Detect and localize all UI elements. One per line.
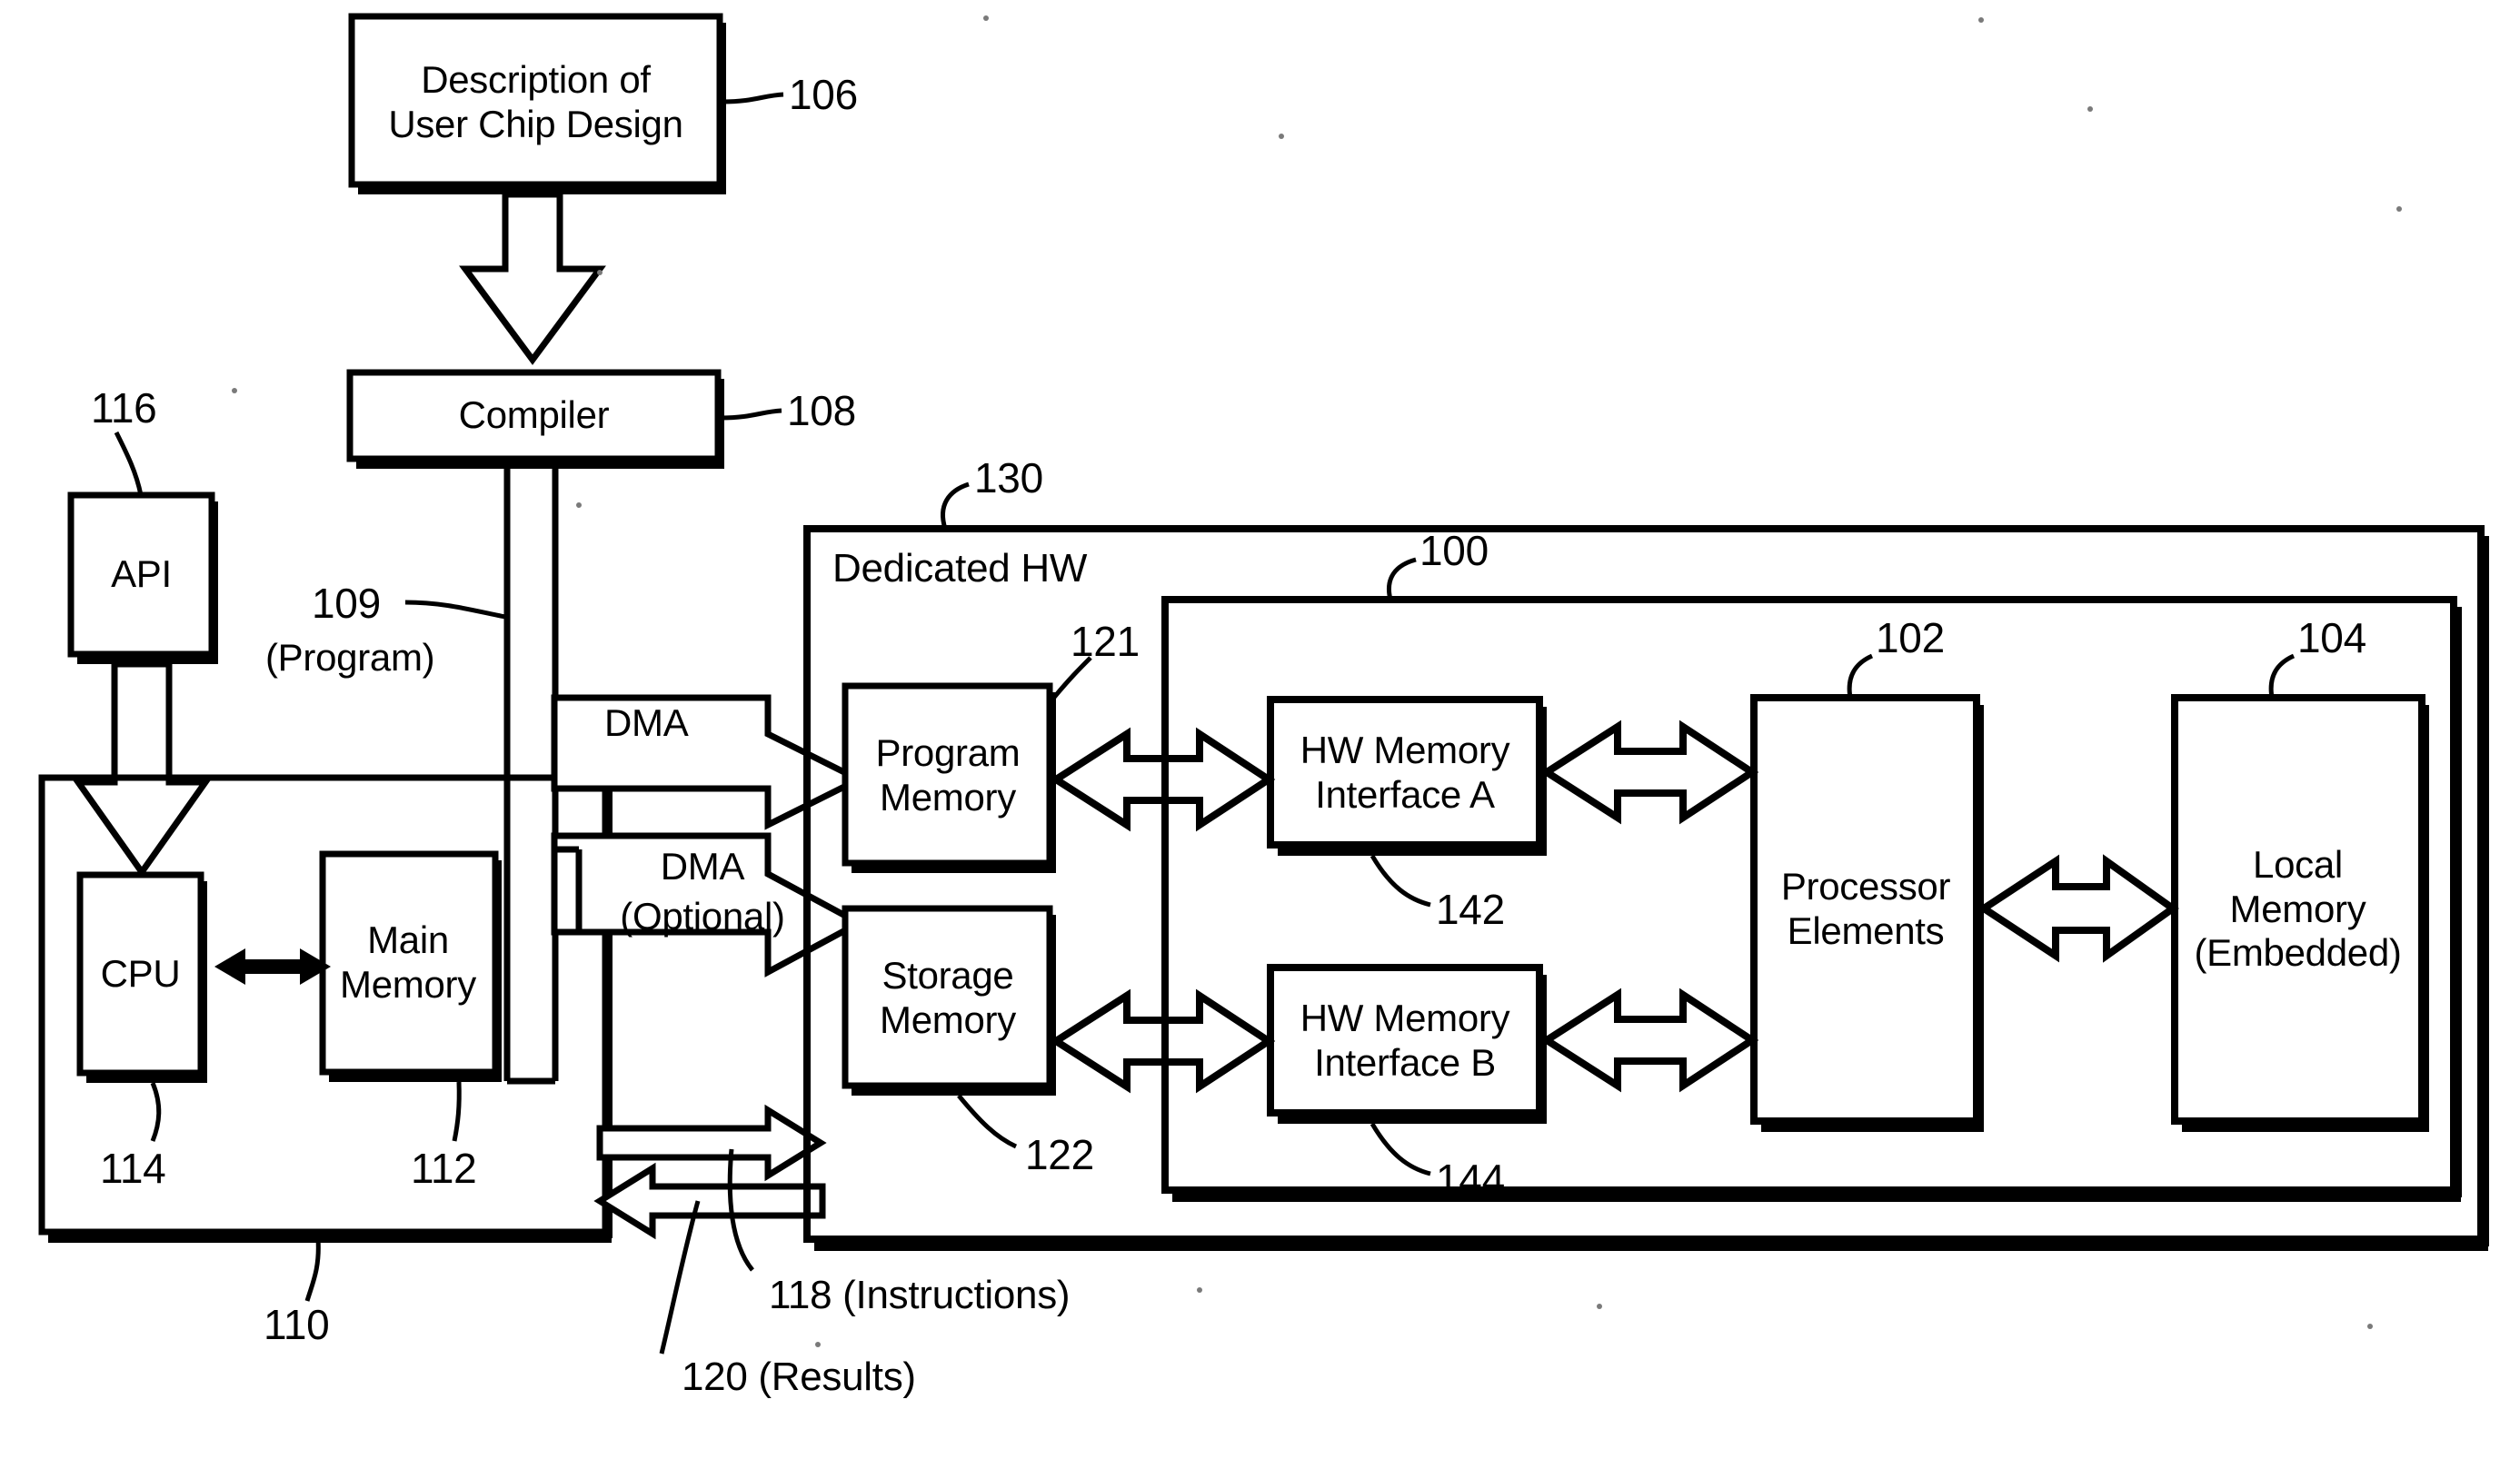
description-line-1: Description of	[421, 57, 651, 101]
results-label: 120 (Results)	[682, 1355, 916, 1399]
local-memory-line-1: Local	[2253, 842, 2343, 886]
ref-100: 100	[1419, 527, 1489, 574]
ref-102: 102	[1876, 614, 1945, 661]
hw-if-a-line-1: HW Memory	[1300, 728, 1510, 771]
storage-memory-line-2: Memory	[880, 998, 1016, 1041]
hw-if-b-line-1: HW Memory	[1300, 996, 1510, 1039]
storage-memory-box-label: Storage Memory	[849, 918, 1047, 1079]
hw-memory-interface-b-label: HW Memory Interface B	[1274, 975, 1536, 1107]
diagram-vector-layer	[38, 13, 2489, 1355]
description-box-label: Description of User Chip Design	[356, 32, 715, 173]
ref-106: 106	[789, 71, 858, 118]
results-arrow	[593, 1162, 826, 1240]
api-box-label: API	[111, 552, 172, 596]
hw-memory-interface-a-label: HW Memory Interface A	[1274, 707, 1536, 839]
processor-elements-label: Processor Elements	[1758, 707, 1974, 1112]
instructions-arrow	[596, 1104, 827, 1182]
cpu-main-memory-double-arrow	[214, 948, 331, 985]
api-to-cpu-arrow	[72, 660, 212, 878]
processor-elements-line-2: Elements	[1787, 909, 1945, 952]
ref-130: 130	[974, 454, 1043, 501]
dma-program-memory-arrow	[551, 694, 866, 830]
description-line-2: User Chip Design	[388, 102, 683, 145]
main-memory-box-label: Main Memory	[325, 863, 491, 1063]
hw-if-b-line-2: Interface B	[1314, 1040, 1496, 1084]
cpu-box-label: CPU	[100, 951, 181, 995]
patent-figure-canvas: Description of User Chip Design 106 Comp…	[0, 0, 2520, 1459]
if-a-to-processor-elements-arrow	[1539, 720, 1759, 825]
local-memory-line-3: (Embedded)	[2194, 931, 2402, 975]
if-b-to-processor-elements-arrow	[1539, 988, 1759, 1093]
ref-144: 144	[1436, 1156, 1505, 1203]
dma-optional-line-2: (Optional)	[620, 895, 785, 938]
ref-109: 109	[312, 580, 381, 627]
hw-if-a-line-2: Interface A	[1315, 772, 1495, 816]
ref-122: 122	[1025, 1131, 1094, 1178]
program-note-label: (Program)	[265, 636, 435, 679]
program-memory-line-2: Memory	[880, 776, 1016, 819]
processor-elements-to-local-memory-arrow	[1977, 854, 2179, 963]
ref-114: 114	[100, 1145, 166, 1192]
dma-optional-line-1: DMA	[660, 845, 745, 888]
local-memory-line-2: Memory	[2229, 887, 2366, 930]
ref-112: 112	[411, 1145, 477, 1192]
processor-elements-line-1: Processor	[1780, 865, 1951, 908]
ref-108: 108	[787, 387, 856, 434]
ref-121: 121	[1071, 618, 1140, 665]
program-memory-line-1: Program	[875, 731, 1021, 775]
dma-label: DMA	[604, 701, 689, 744]
local-memory-label: Local Memory (Embedded)	[2177, 707, 2418, 1112]
dedicated-hw-label: Dedicated HW	[832, 546, 1088, 591]
ref-104: 104	[2297, 614, 2366, 661]
program-memory-box-label: Program Memory	[849, 695, 1047, 857]
storage-memory-line-1: Storage	[882, 954, 1014, 997]
instructions-label: 118 (Instructions)	[769, 1273, 1071, 1317]
ref-116: 116	[91, 384, 157, 432]
main-memory-line-1: Main	[367, 918, 449, 962]
ref-142: 142	[1436, 886, 1505, 933]
main-memory-line-2: Memory	[340, 963, 476, 1006]
compiler-box-label: Compiler	[458, 393, 610, 437]
description-to-compiler-arrow	[459, 191, 606, 365]
ref-110: 110	[264, 1301, 330, 1348]
